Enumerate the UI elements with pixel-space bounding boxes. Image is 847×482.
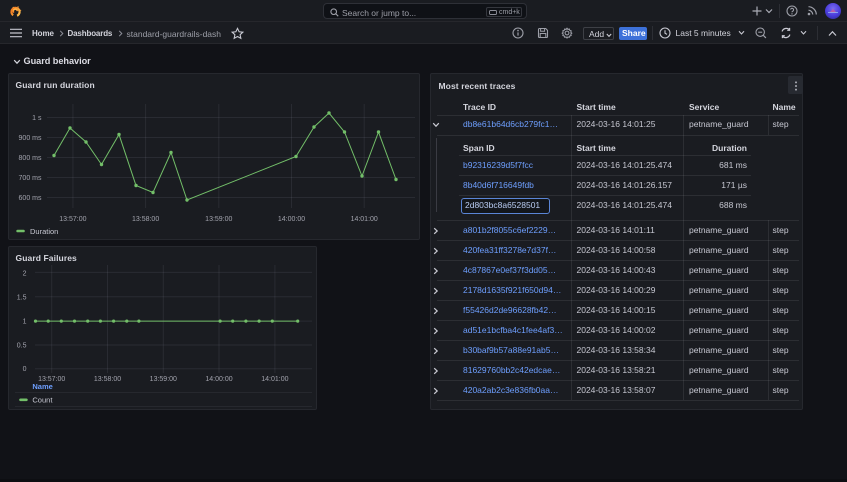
svg-text:Name: Name — [32, 382, 52, 391]
svg-text:14:01:00: 14:01:00 — [351, 216, 378, 223]
svg-text:800 ms: 800 ms — [19, 155, 42, 162]
svg-text:13:59:00: 13:59:00 — [205, 216, 232, 223]
svg-text:14:00:00: 14:00:00 — [205, 376, 232, 383]
svg-text:13:59:00: 13:59:00 — [150, 376, 177, 383]
svg-text:900 ms: 900 ms — [19, 135, 42, 142]
svg-text:Count: Count — [32, 396, 53, 405]
svg-text:2: 2 — [23, 271, 27, 278]
svg-text:13:57:00: 13:57:00 — [59, 216, 86, 223]
svg-text:13:58:00: 13:58:00 — [94, 376, 121, 383]
svg-text:0.5: 0.5 — [17, 343, 27, 350]
svg-text:1: 1 — [23, 319, 27, 326]
svg-text:700 ms: 700 ms — [19, 175, 42, 182]
svg-text:0: 0 — [23, 366, 27, 373]
svg-text:14:01:00: 14:01:00 — [261, 376, 288, 383]
svg-text:1 s: 1 s — [32, 115, 42, 122]
svg-text:1.5: 1.5 — [17, 295, 27, 302]
svg-text:14:00:00: 14:00:00 — [278, 216, 305, 223]
svg-text:13:58:00: 13:58:00 — [132, 216, 159, 223]
svg-text:Duration: Duration — [30, 227, 58, 236]
svg-text:600 ms: 600 ms — [19, 195, 42, 202]
